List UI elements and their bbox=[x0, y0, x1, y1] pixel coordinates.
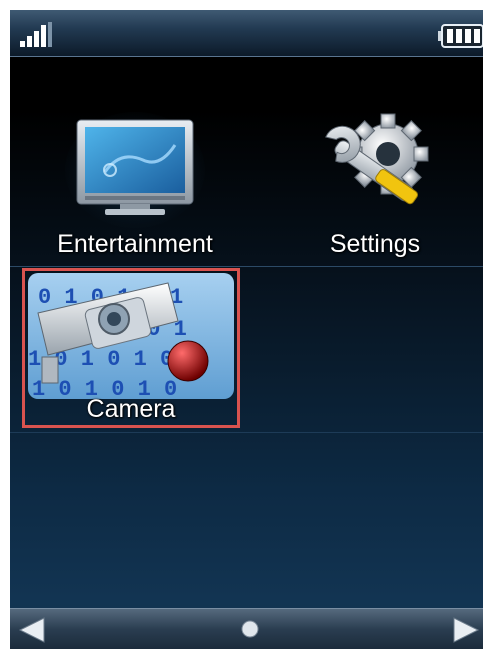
grid-divider bbox=[10, 266, 483, 267]
app-tile-camera[interactable]: 0 1 0 1 0 1 1 0 1 0 1 1 0 1 0 1 0 1 1 0 … bbox=[22, 268, 240, 428]
app-label-entertainment: Entertainment bbox=[57, 230, 213, 258]
grid-divider bbox=[10, 432, 483, 433]
status-bar bbox=[10, 10, 483, 57]
signal-strength-icon bbox=[20, 22, 52, 47]
app-tile-settings[interactable]: Settings bbox=[280, 106, 470, 266]
app-label-camera: Camera bbox=[86, 395, 176, 423]
arrow-right-icon[interactable] bbox=[450, 617, 480, 643]
arrow-left-icon[interactable] bbox=[18, 617, 48, 643]
battery-icon bbox=[438, 24, 483, 48]
security-camera-icon: 0 1 0 1 0 1 1 0 1 0 1 1 0 1 0 1 0 1 1 0 … bbox=[28, 273, 234, 399]
bottom-nav-bar bbox=[10, 608, 483, 649]
tv-icon bbox=[65, 112, 205, 228]
app-label-settings: Settings bbox=[329, 230, 421, 258]
app-tile-entertainment[interactable]: Entertainment bbox=[30, 106, 240, 266]
phone-screen: Entertainment Settings 0 1 0 1 0 1 1 0 1… bbox=[10, 10, 483, 649]
home-dot-icon[interactable] bbox=[241, 620, 259, 638]
wrench-gear-icon bbox=[325, 113, 429, 205]
